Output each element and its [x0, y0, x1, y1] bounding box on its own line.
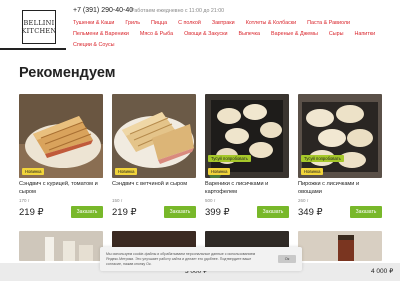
- product-card[interactable]: Тусуй попробовать Новинка Вареники с лис…: [205, 94, 289, 218]
- product-photo[interactable]: [19, 231, 103, 261]
- site-header: BELLINI KITCHEN +7 (391) 290-40-40 Работ…: [0, 0, 400, 52]
- logo-line2: KITCHEN: [21, 27, 57, 35]
- product-name[interactable]: Сэндвич с ветчиной и сыром: [112, 181, 196, 189]
- order-button[interactable]: Заказать: [164, 206, 196, 218]
- milk-image: [19, 231, 103, 261]
- nav-item-pasta[interactable]: Паста & Равиоли: [307, 20, 350, 26]
- nav-item-tushenki[interactable]: Тушенки & Каши: [73, 20, 114, 26]
- product-name[interactable]: Вареники с лисичками и картофелем: [205, 181, 289, 196]
- nav-item-ovoshchi[interactable]: Овощи & Закуски: [184, 31, 227, 37]
- order-button[interactable]: Заказать: [257, 206, 289, 218]
- nav-item-kotlety[interactable]: Котлеты & Колбаски: [246, 20, 296, 26]
- nav-item-syry[interactable]: Сыры: [329, 31, 344, 37]
- product-card[interactable]: [298, 231, 382, 261]
- product-weight: 150 г: [112, 198, 123, 203]
- nav-item-pizza[interactable]: Пицца: [151, 20, 167, 26]
- product-weight: 500 г: [205, 198, 216, 203]
- nav-item-gril[interactable]: Гриль: [125, 20, 140, 26]
- nav-item-vypechka[interactable]: Выпечка: [238, 31, 260, 37]
- product-price: 219 ₽: [19, 207, 44, 218]
- page-title: Рекомендуем: [19, 65, 116, 81]
- product-price: 349 ₽: [298, 207, 323, 218]
- working-hours: Работаем ежедневно с 11:00 до 21:00: [131, 8, 225, 14]
- product-card[interactable]: Тусуй попробовать Новинка Пирожки с лиси…: [298, 94, 382, 218]
- nav-item-zavtraki[interactable]: Завтраки: [212, 20, 235, 26]
- sandwich-chicken-image: [19, 94, 103, 178]
- product-price: 399 ₽: [205, 207, 230, 218]
- new-badge: Новинка: [22, 168, 45, 175]
- product-photo[interactable]: [298, 231, 382, 261]
- product-name[interactable]: Сэндвич с курицей, томатом и сыром: [19, 181, 103, 196]
- phone-number[interactable]: +7 (391) 290-40-40: [73, 7, 133, 14]
- product-name[interactable]: Пирожки с лисичками и овощами: [298, 181, 382, 196]
- cookie-banner: Мы используем cookie-файлы и обрабатывае…: [100, 247, 302, 271]
- product-card[interactable]: Новинка Сэндвич с курицей, томатом и сыр…: [19, 94, 103, 218]
- nav-item-s-polkoy[interactable]: С полкой: [178, 20, 201, 26]
- order-button[interactable]: Заказать: [71, 206, 103, 218]
- logo-underline: [0, 48, 66, 50]
- logo-line1: BELLINI: [23, 19, 55, 27]
- product-photo[interactable]: Новинка: [112, 94, 196, 178]
- order-button[interactable]: Заказать: [350, 206, 382, 218]
- product-price: 219 ₽: [112, 207, 137, 218]
- nav-row-1: Тушенки & Каши Гриль Пицца С полкой Завт…: [73, 17, 395, 28]
- product-photo[interactable]: Новинка: [19, 94, 103, 178]
- bottom-price-2: 4 000 ₽: [371, 268, 394, 275]
- new-badge: Новинка: [115, 168, 138, 175]
- new-badge: Новинка: [301, 168, 324, 175]
- cookie-text: Мы используем cookie-файлы и обрабатывае…: [106, 252, 256, 266]
- vareniki-image: [205, 94, 289, 178]
- product-weight: 260 г: [298, 198, 309, 203]
- nav-row-2: Пельмени & Вареники Мясо & Рыба Овощи & …: [73, 28, 395, 39]
- recommend-badge: Тусуй попробовать: [208, 155, 251, 162]
- product-photo[interactable]: Тусуй попробовать Новинка: [205, 94, 289, 178]
- nav-item-varenye[interactable]: Вареные & Джемы: [271, 31, 318, 37]
- category-nav: Тушенки & Каши Гриль Пицца С полкой Завт…: [73, 17, 395, 50]
- product-weight: 170 г: [19, 198, 30, 203]
- nav-item-spetsii[interactable]: Специи & Соусы: [73, 42, 115, 48]
- product-card[interactable]: [19, 231, 103, 261]
- pirozhki-image: [298, 94, 382, 178]
- jar-image: [298, 231, 382, 261]
- nav-row-3: Специи & Соусы: [73, 39, 395, 50]
- logo[interactable]: BELLINI KITCHEN: [22, 10, 56, 44]
- cookie-ok-button[interactable]: Ок: [278, 255, 296, 263]
- sandwich-ham-image: [112, 94, 196, 178]
- nav-item-pelmeni[interactable]: Пельмени & Вареники: [73, 31, 129, 37]
- nav-item-myaso[interactable]: Мясо & Рыба: [140, 31, 173, 37]
- nav-item-napitki[interactable]: Напитки: [355, 31, 376, 37]
- product-card[interactable]: Новинка Сэндвич с ветчиной и сыром 150 г…: [112, 94, 196, 218]
- new-badge: Новинка: [208, 168, 231, 175]
- recommend-badge: Тусуй попробовать: [301, 155, 344, 162]
- product-photo[interactable]: Тусуй попробовать Новинка: [298, 94, 382, 178]
